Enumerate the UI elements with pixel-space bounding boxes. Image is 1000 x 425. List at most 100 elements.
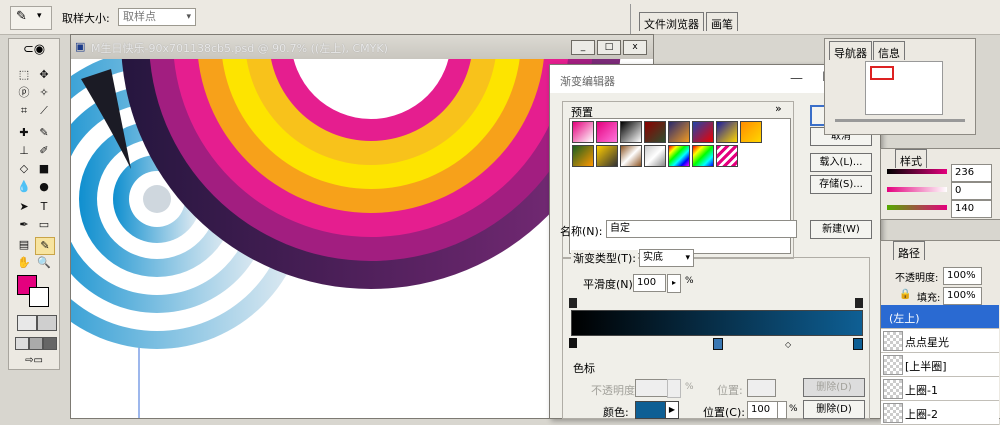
- marquee-tool-icon[interactable]: ⬚: [15, 67, 33, 83]
- jump-to-imageready-icon[interactable]: ⇨▭: [19, 355, 49, 367]
- delete-color-stop-button[interactable]: 删除(D): [803, 400, 865, 419]
- minimize-icon[interactable]: —: [790, 71, 803, 86]
- presets-menu-icon[interactable]: »: [775, 102, 782, 115]
- layer-row[interactable]: [上半圈]: [881, 353, 999, 377]
- preset-swatch[interactable]: [644, 121, 666, 143]
- layer-opacity-field[interactable]: 100%: [943, 267, 982, 285]
- zoom-tool-icon[interactable]: 🔍: [35, 255, 53, 271]
- move-tool-icon[interactable]: ✥: [35, 67, 53, 83]
- layer-thumbnail: [883, 331, 903, 351]
- opacity-field: [635, 379, 668, 397]
- screen-mode-1-icon[interactable]: [15, 337, 29, 350]
- gradient-type-select[interactable]: 实底 ▾: [639, 249, 694, 267]
- preset-swatch[interactable]: [716, 145, 738, 167]
- magenta-slider[interactable]: [887, 187, 947, 192]
- layer-row[interactable]: 上圈-2: [881, 401, 999, 425]
- eyedropper-tool-icon[interactable]: ✎: [35, 237, 55, 255]
- close-button[interactable]: x: [623, 40, 647, 55]
- history-brush-icon[interactable]: ✐: [35, 143, 53, 159]
- stamp-tool-icon[interactable]: ⊥: [15, 143, 33, 159]
- navigator-view-box[interactable]: [870, 66, 894, 80]
- type-tool-icon[interactable]: T: [35, 199, 53, 215]
- tab-styles[interactable]: 样式: [895, 149, 927, 168]
- gradient-preview-bar[interactable]: [571, 310, 863, 336]
- tab-paths[interactable]: 路径: [893, 241, 925, 260]
- stop-color-swatch[interactable]: [635, 401, 667, 419]
- yellow-slider[interactable]: [887, 205, 947, 210]
- preset-swatch[interactable]: [620, 121, 642, 143]
- slice-tool-icon[interactable]: ⟋: [35, 103, 53, 119]
- layer-row[interactable]: 上圈-1: [881, 377, 999, 401]
- lock-icon[interactable]: 🔒: [899, 289, 911, 300]
- tab-brushes[interactable]: 画笔: [706, 12, 738, 31]
- maximize-button[interactable]: □: [597, 40, 621, 55]
- preset-swatch[interactable]: [692, 145, 714, 167]
- preset-swatch[interactable]: [692, 121, 714, 143]
- position2-field[interactable]: 100: [747, 401, 778, 419]
- tab-navigator[interactable]: 导航器: [829, 41, 872, 60]
- standard-mode-icon[interactable]: [17, 315, 37, 331]
- new-button[interactable]: 新建(W): [810, 220, 872, 239]
- hand-tool-icon[interactable]: ✋: [15, 255, 33, 271]
- notes-tool-icon[interactable]: ▤: [15, 237, 33, 253]
- smoothness-field[interactable]: 100: [633, 274, 666, 292]
- preset-swatch[interactable]: [644, 145, 666, 167]
- sample-size-select[interactable]: 取样点 ▾: [118, 8, 196, 26]
- preset-swatch[interactable]: [596, 121, 618, 143]
- layer-row-selected[interactable]: (左上): [881, 305, 999, 329]
- save-button[interactable]: 存储(S)...: [810, 175, 872, 194]
- color-stop-right[interactable]: [853, 338, 863, 350]
- m-value[interactable]: 0: [951, 182, 992, 200]
- minimize-button[interactable]: _: [571, 40, 595, 55]
- preset-swatch[interactable]: [620, 145, 642, 167]
- layers-panel: 路径 不透明度: 100% 🔒 填充: 100% (左上) 点点星光 [上半圈]…: [880, 240, 1000, 425]
- load-button[interactable]: 载入(L)...: [810, 153, 872, 172]
- eraser-tool-icon[interactable]: ◇: [15, 161, 33, 177]
- navigator-thumbnail[interactable]: [865, 61, 943, 115]
- position2-stepper[interactable]: [777, 401, 787, 419]
- screen-mode-3-icon[interactable]: [43, 337, 57, 350]
- blur-tool-icon[interactable]: 💧: [15, 179, 33, 195]
- tab-info[interactable]: 信息: [873, 41, 905, 60]
- crop-tool-icon[interactable]: ⌗: [15, 103, 33, 119]
- dodge-tool-icon[interactable]: ●: [35, 179, 53, 195]
- tab-file-browser[interactable]: 文件浏览器: [639, 12, 704, 31]
- background-color-swatch[interactable]: [29, 287, 49, 307]
- y-value[interactable]: 140: [951, 200, 992, 218]
- lasso-tool-icon[interactable]: ⓟ: [15, 85, 33, 101]
- path-selection-icon[interactable]: ➤: [15, 199, 33, 215]
- preset-swatch[interactable]: [740, 121, 762, 143]
- preset-swatch[interactable]: [596, 145, 618, 167]
- brush-tool-icon[interactable]: ✎: [35, 125, 53, 141]
- layer-name: 上圈-1: [905, 384, 938, 397]
- preset-swatch[interactable]: [572, 121, 594, 143]
- shape-tool-icon[interactable]: ▭: [35, 217, 53, 233]
- color-stop-mid[interactable]: [713, 338, 723, 350]
- zoom-slider[interactable]: [835, 119, 965, 122]
- screen-mode-2-icon[interactable]: [29, 337, 43, 350]
- fill-field[interactable]: 100%: [943, 287, 982, 305]
- layer-name: 点点星光: [905, 336, 949, 349]
- tool-preset-picker[interactable]: ✎ ▾: [10, 6, 52, 30]
- layer-row[interactable]: 点点星光: [881, 329, 999, 353]
- color-stop-left[interactable]: [569, 338, 577, 348]
- c-value[interactable]: 236: [951, 164, 992, 182]
- opacity-stop-left[interactable]: [569, 298, 577, 308]
- pen-tool-icon[interactable]: ✒: [15, 217, 33, 233]
- preset-swatch[interactable]: [572, 145, 594, 167]
- fill-label: 填充:: [917, 293, 941, 304]
- smoothness-stepper[interactable]: ▸: [667, 274, 681, 293]
- preset-swatch[interactable]: [668, 121, 690, 143]
- gradient-tool-icon[interactable]: ■: [35, 161, 53, 177]
- color-picker-arrow-icon[interactable]: ▶: [665, 401, 679, 419]
- name-field[interactable]: 自定: [606, 220, 797, 238]
- cyan-slider[interactable]: [887, 169, 947, 174]
- healing-brush-icon[interactable]: ✚: [15, 125, 33, 141]
- preset-swatch[interactable]: [668, 145, 690, 167]
- quick-mask-icon[interactable]: [37, 315, 57, 331]
- chevron-down-icon: ▾: [186, 12, 191, 22]
- preset-swatch[interactable]: [716, 121, 738, 143]
- opacity-stop-right[interactable]: [855, 298, 863, 308]
- magic-wand-icon[interactable]: ✧: [35, 85, 53, 101]
- midpoint-diamond-icon[interactable]: ◇: [785, 340, 791, 349]
